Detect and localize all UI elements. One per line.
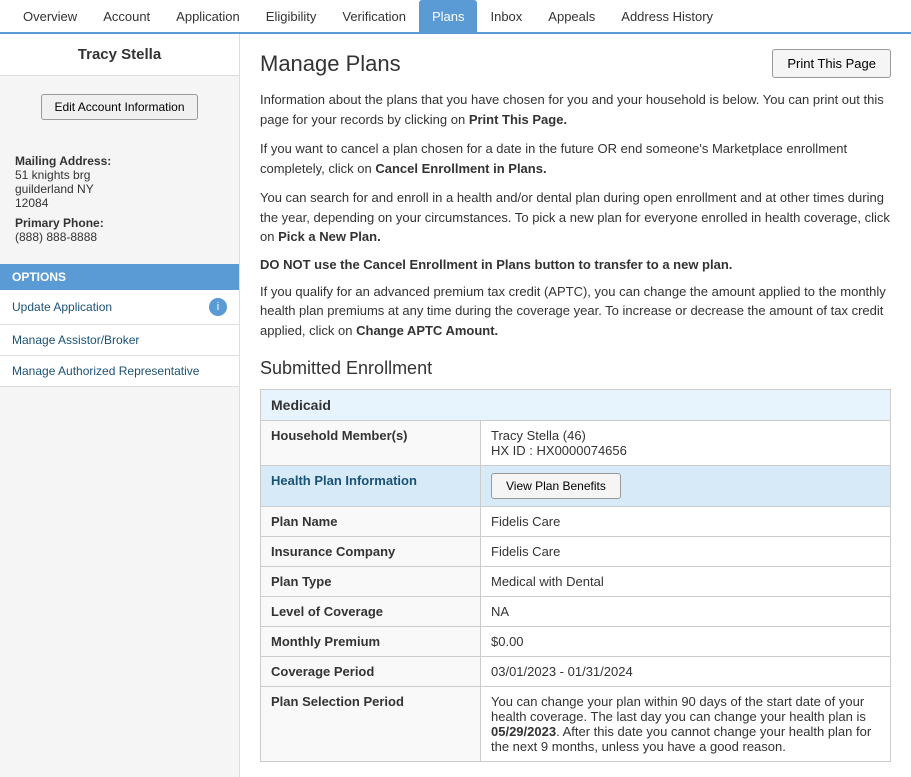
plan-selection-period-value: You can change your plan within 90 days … — [481, 687, 891, 762]
options-header: OPTIONS — [0, 264, 239, 290]
health-plan-row: Health Plan Information View Plan Benefi… — [261, 466, 891, 507]
user-name: Tracy Stella — [15, 46, 224, 63]
address-line1: 51 knights brg — [15, 168, 90, 182]
print-this-page-bold: Print This Page. — [469, 112, 567, 127]
phone-label: Primary Phone: — [15, 216, 224, 230]
submitted-enrollment-title: Submitted Enrollment — [260, 358, 891, 379]
tab-appeals[interactable]: Appeals — [535, 0, 608, 32]
table-row: Monthly Premium $0.00 — [261, 627, 891, 657]
pick-new-plan-bold: Pick a New Plan. — [278, 229, 381, 244]
coverage-period-label: Coverage Period — [261, 657, 481, 687]
mailing-address-label: Mailing Address: — [15, 154, 224, 168]
coverage-period-value: 03/01/2023 - 01/31/2024 — [481, 657, 891, 687]
warning-text: DO NOT use the Cancel Enrollment in Plan… — [260, 257, 891, 272]
table-row: Insurance Company Fidelis Care — [261, 537, 891, 567]
cancel-enrollment-bold: Cancel Enrollment in Plans. — [375, 161, 546, 176]
household-member-value: Tracy Stella (46) HX ID : HX0000074656 — [481, 421, 891, 466]
tab-verification[interactable]: Verification — [329, 0, 419, 32]
monthly-premium-label: Monthly Premium — [261, 627, 481, 657]
address-line2: guilderland NY — [15, 182, 94, 196]
page-title: Manage Plans — [260, 51, 401, 77]
tab-account[interactable]: Account — [90, 0, 163, 32]
plan-selection-period-label: Plan Selection Period — [261, 687, 481, 762]
main-layout: Tracy Stella Edit Account Information Ma… — [0, 34, 911, 777]
tab-eligibility[interactable]: Eligibility — [253, 0, 330, 32]
tab-plans[interactable]: Plans — [419, 0, 478, 32]
sidebar-header: Tracy Stella — [0, 34, 239, 76]
table-header-row: Medicaid — [261, 390, 891, 421]
insurance-company-label: Insurance Company — [261, 537, 481, 567]
date-bold: 05/29/2023 — [491, 724, 556, 739]
edit-account-button[interactable]: Edit Account Information — [41, 94, 197, 120]
plan-name-label: Plan Name — [261, 507, 481, 537]
sidebar: Tracy Stella Edit Account Information Ma… — [0, 34, 240, 777]
info-icon: i — [209, 298, 227, 316]
address-line3: 12084 — [15, 196, 48, 210]
level-of-coverage-value: NA — [481, 597, 891, 627]
sidebar-info: Mailing Address: 51 knights brg guilderl… — [0, 138, 239, 254]
tab-address-history[interactable]: Address History — [608, 0, 726, 32]
manage-authorized-rep-label: Manage Authorized Representative — [12, 364, 199, 378]
insurance-company-value: Fidelis Care — [481, 537, 891, 567]
table-row: Coverage Period 03/01/2023 - 01/31/2024 — [261, 657, 891, 687]
household-member-label: Household Member(s) — [261, 421, 481, 466]
health-plan-btn-cell: View Plan Benefits — [481, 466, 891, 507]
plan-type-label: Plan Type — [261, 567, 481, 597]
view-plan-benefits-button[interactable]: View Plan Benefits — [491, 473, 621, 499]
info-para-1: Information about the plans that you hav… — [260, 90, 891, 129]
table-row: Plan Selection Period You can change you… — [261, 687, 891, 762]
main-content: Manage Plans Print This Page Information… — [240, 34, 911, 777]
plan-name-value: Fidelis Care — [481, 507, 891, 537]
tab-overview[interactable]: Overview — [10, 0, 90, 32]
sidebar-item-update-application[interactable]: Update Application i — [0, 290, 239, 325]
enrollment-table: Medicaid Household Member(s) Tracy Stell… — [260, 389, 891, 762]
monthly-premium-value: $0.00 — [481, 627, 891, 657]
sidebar-item-manage-assistor[interactable]: Manage Assistor/Broker — [0, 325, 239, 356]
sidebar-item-manage-authorized-rep[interactable]: Manage Authorized Representative — [0, 356, 239, 387]
info-para-2: If you want to cancel a plan chosen for … — [260, 139, 891, 178]
table-row: Household Member(s) Tracy Stella (46) HX… — [261, 421, 891, 466]
plan-type-value: Medical with Dental — [481, 567, 891, 597]
info-para-4: If you qualify for an advanced premium t… — [260, 282, 891, 341]
table-row: Level of Coverage NA — [261, 597, 891, 627]
page-wrapper: Overview Account Application Eligibility… — [0, 0, 911, 777]
tab-inbox[interactable]: Inbox — [477, 0, 535, 32]
tab-application[interactable]: Application — [163, 0, 253, 32]
table-header-cell: Medicaid — [261, 390, 891, 421]
change-aptc-bold: Change APTC Amount. — [356, 323, 498, 338]
print-button[interactable]: Print This Page — [772, 49, 891, 78]
level-of-coverage-label: Level of Coverage — [261, 597, 481, 627]
manage-assistor-label: Manage Assistor/Broker — [12, 333, 139, 347]
health-plan-label: Health Plan Information — [261, 466, 481, 507]
page-title-row: Manage Plans Print This Page — [260, 49, 891, 78]
phone-number: (888) 888-8888 — [15, 230, 97, 244]
table-row: Plan Name Fidelis Care — [261, 507, 891, 537]
table-row: Plan Type Medical with Dental — [261, 567, 891, 597]
update-application-label: Update Application — [12, 300, 112, 314]
top-nav: Overview Account Application Eligibility… — [0, 0, 911, 34]
info-para-3: You can search for and enroll in a healt… — [260, 188, 891, 247]
